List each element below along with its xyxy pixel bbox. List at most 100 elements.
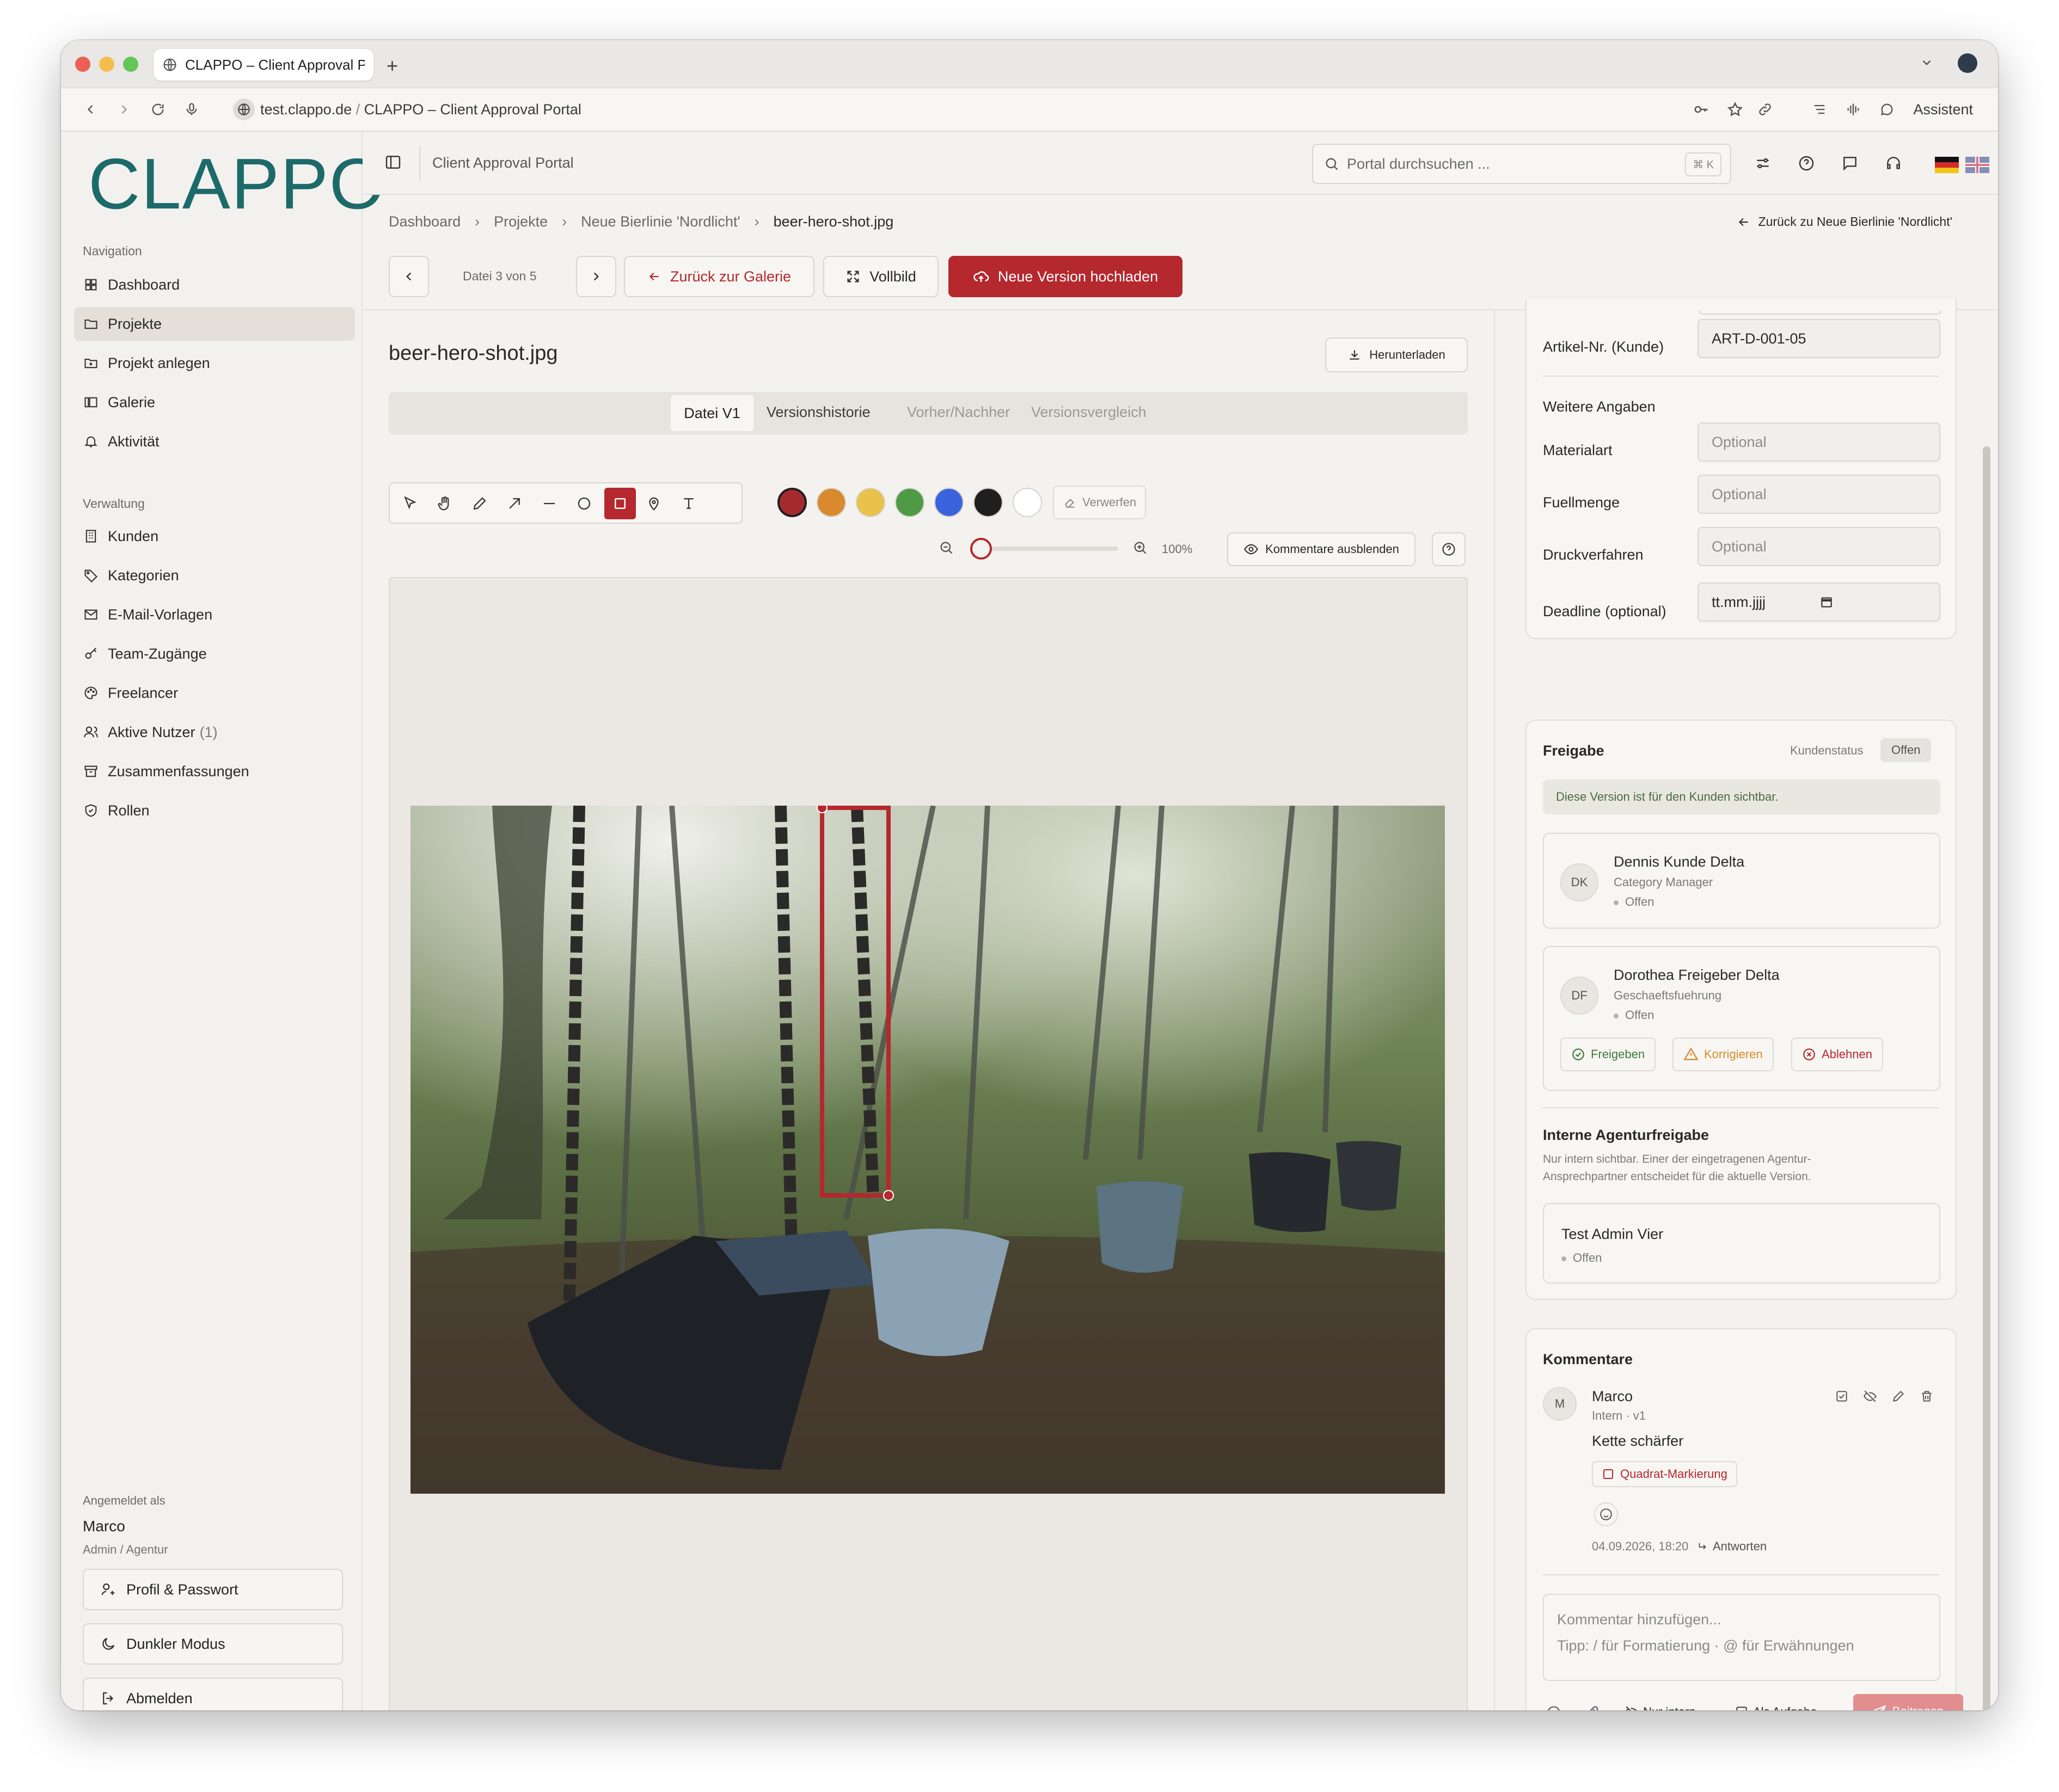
color-swatch[interactable]: [934, 488, 964, 517]
color-swatch[interactable]: [777, 488, 807, 517]
annotation-handle[interactable]: [817, 806, 828, 813]
emoji-icon[interactable]: [1546, 1705, 1561, 1710]
reply-button[interactable]: Antworten: [1696, 1539, 1767, 1554]
close-window-button[interactable]: [75, 57, 90, 72]
select-tool-icon[interactable]: [400, 493, 420, 514]
reject-button[interactable]: Ablehnen: [1791, 1038, 1883, 1071]
zoom-out-icon[interactable]: [939, 540, 954, 555]
back-to-gallery-button[interactable]: Zurück zur Galerie: [624, 256, 814, 297]
mark-task-icon[interactable]: [1835, 1389, 1849, 1403]
upload-new-version-button[interactable]: Neue Version hochladen: [948, 256, 1182, 297]
audio-wave-icon[interactable]: [1846, 102, 1861, 117]
sidebar-toggle-icon[interactable]: [384, 154, 402, 171]
add-reaction-icon[interactable]: [1594, 1502, 1618, 1526]
article-number-input[interactable]: ART-D-001-05: [1698, 319, 1940, 358]
profile-password-button[interactable]: Profil & Passwort: [83, 1569, 343, 1610]
approve-button[interactable]: Freigeben: [1560, 1038, 1656, 1071]
breadcrumb-project[interactable]: Neue Bierlinie 'Nordlicht': [581, 213, 740, 230]
color-swatch[interactable]: [973, 488, 1003, 517]
chat-bubble-icon[interactable]: [1879, 102, 1895, 117]
german-flag-icon[interactable]: [1935, 157, 1959, 173]
url-text[interactable]: test.clappo.de / CLAPPO – Client Approva…: [260, 101, 581, 118]
maximize-window-button[interactable]: [123, 57, 138, 72]
attachment-icon[interactable]: [1585, 1705, 1601, 1710]
breadcrumb-projects[interactable]: Projekte: [494, 213, 548, 230]
reading-list-icon[interactable]: [1812, 102, 1827, 117]
message-icon[interactable]: [1841, 155, 1859, 172]
sidebar-item-projekt-anlegen[interactable]: Projekt anlegen: [74, 346, 355, 380]
annotation-handle[interactable]: [883, 1190, 894, 1201]
logout-button[interactable]: Abmelden: [83, 1678, 343, 1710]
discard-button[interactable]: Verwerfen: [1053, 486, 1147, 519]
hide-comments-button[interactable]: Kommentare ausblenden: [1227, 532, 1415, 566]
next-file-button[interactable]: [576, 256, 616, 297]
sidebar-item-kunden[interactable]: Kunden: [74, 519, 355, 553]
forward-arrow-icon[interactable]: [117, 102, 132, 117]
browser-tab[interactable]: CLAPPO – Client Approval P: [154, 49, 373, 81]
dark-mode-button[interactable]: Dunkler Modus: [83, 1623, 343, 1665]
image-viewer[interactable]: [389, 577, 1468, 1710]
correct-button[interactable]: Korrigieren: [1672, 1038, 1774, 1071]
pencil-tool-icon[interactable]: [469, 493, 490, 514]
minimize-window-button[interactable]: [99, 57, 114, 72]
uk-flag-icon[interactable]: [1965, 157, 1989, 173]
annotation-help-button[interactable]: [1432, 532, 1466, 566]
app-logo[interactable]: CLAPPO: [88, 148, 387, 220]
print-input[interactable]: Optional: [1698, 527, 1940, 566]
portal-search-input[interactable]: Portal durchsuchen ... ⌘ K: [1312, 144, 1731, 184]
headset-icon[interactable]: [1885, 155, 1902, 172]
tab-version-history[interactable]: Versionshistorie: [767, 404, 871, 421]
trash-icon[interactable]: [1920, 1389, 1934, 1403]
settings-sliders-icon[interactable]: [1754, 155, 1772, 172]
sidebar-item-freelancer[interactable]: Freelancer: [74, 676, 355, 710]
assistant-button[interactable]: Assistent: [1913, 101, 1973, 118]
chevron-down-icon[interactable]: [1920, 56, 1934, 70]
circle-tool-icon[interactable]: [574, 493, 595, 514]
color-swatch[interactable]: [1013, 488, 1042, 517]
profile-avatar[interactable]: [1958, 53, 1977, 73]
sidebar-item-kategorien[interactable]: Kategorien: [74, 559, 355, 592]
sidebar-item-team-zugänge[interactable]: Team-Zugänge: [74, 637, 355, 671]
line-tool-icon[interactable]: [539, 493, 560, 514]
rectangle-tool-icon[interactable]: [604, 488, 636, 519]
sidebar-item-e-mail-vorlagen[interactable]: E-Mail-Vorlagen: [74, 598, 355, 631]
reload-icon[interactable]: [150, 102, 166, 117]
material-input[interactable]: Optional: [1698, 422, 1940, 462]
fullscreen-button[interactable]: Vollbild: [823, 256, 939, 297]
previous-file-button[interactable]: [389, 256, 429, 297]
new-tab-button[interactable]: +: [387, 54, 398, 77]
breadcrumb-dashboard[interactable]: Dashboard: [389, 213, 461, 230]
as-task-toggle[interactable]: Als Aufgabe: [1735, 1705, 1817, 1710]
tab-version-compare[interactable]: Versionsvergleich: [1031, 404, 1147, 421]
sidebar-item-aktivität[interactable]: Aktivität: [74, 425, 355, 458]
calendar-icon[interactable]: [1819, 595, 1834, 609]
comment-input[interactable]: Kommentar hinzufügen... Tipp: / für Form…: [1543, 1594, 1940, 1681]
sidebar-item-projekte[interactable]: Projekte: [74, 307, 355, 341]
color-swatch[interactable]: [895, 488, 924, 517]
sidebar-item-rollen[interactable]: Rollen: [74, 794, 355, 827]
help-icon[interactable]: [1798, 155, 1815, 172]
password-key-icon[interactable]: [1693, 101, 1709, 118]
download-button[interactable]: Herunterladen: [1325, 337, 1468, 372]
zoom-in-icon[interactable]: [1132, 540, 1148, 555]
pin-tool-icon[interactable]: [644, 493, 664, 514]
bookmark-star-icon[interactable]: [1727, 101, 1743, 118]
sidebar-item-dashboard[interactable]: Dashboard: [74, 268, 355, 302]
arrow-tool-icon[interactable]: [504, 493, 525, 514]
color-swatch[interactable]: [856, 488, 885, 517]
link-icon[interactable]: [1757, 102, 1773, 117]
fill-input[interactable]: Optional: [1698, 475, 1940, 514]
deadline-input[interactable]: tt.mm.jjjj: [1698, 582, 1940, 622]
panel-scrollbar[interactable]: [1983, 446, 1990, 1710]
sidebar-item-zusammenfassungen[interactable]: Zusammenfassungen: [74, 754, 355, 788]
tab-before-after[interactable]: Vorher/Nachher: [907, 404, 1010, 421]
eye-off-icon[interactable]: [1863, 1389, 1877, 1403]
internal-only-toggle[interactable]: Nur intern: [1625, 1705, 1696, 1710]
microphone-icon[interactable]: [184, 102, 199, 117]
back-to-project-link[interactable]: Zurück zu Neue Bierlinie 'Nordlicht': [1737, 214, 1952, 229]
zoom-slider[interactable]: [970, 538, 1118, 560]
site-info-icon[interactable]: [233, 99, 255, 120]
text-tool-icon[interactable]: [678, 493, 699, 514]
hand-tool-icon[interactable]: [434, 493, 455, 514]
tab-file-v1[interactable]: Datei V1: [671, 395, 753, 431]
